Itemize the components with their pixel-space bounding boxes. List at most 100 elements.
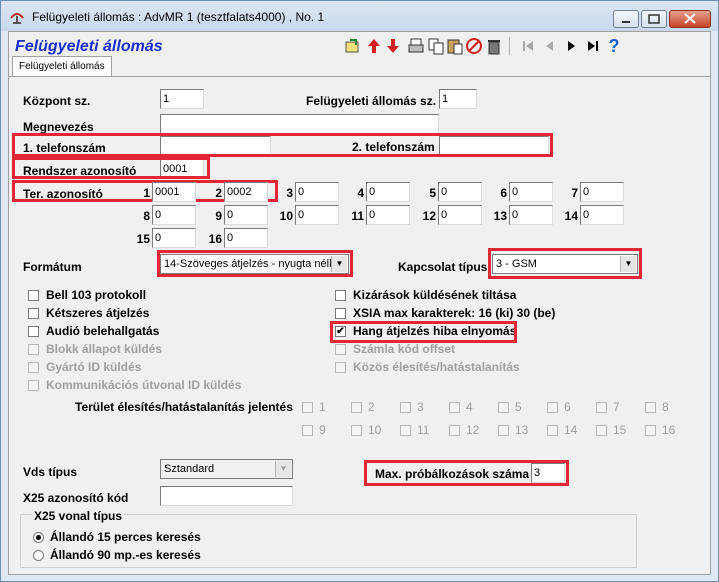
- import-icon[interactable]: [344, 37, 362, 55]
- move-down-icon[interactable]: [384, 37, 402, 55]
- terulet-number: 14: [564, 423, 578, 437]
- move-up-icon[interactable]: [365, 37, 383, 55]
- terulet-checkbox[interactable]: [302, 425, 313, 436]
- ter-azonosito-input[interactable]: 0: [152, 205, 196, 225]
- ter-azonosito-number: 6: [500, 186, 507, 200]
- max-probalkozasok-label: Max. próbálkozások száma: [375, 467, 530, 481]
- paste-icon[interactable]: [446, 37, 464, 55]
- checkbox[interactable]: [335, 362, 346, 373]
- felugyeleti-allomas-input[interactable]: 1: [439, 89, 477, 109]
- terulet-checkbox[interactable]: [351, 402, 362, 413]
- checkbox-label: Kizárások küldésének tiltása: [353, 288, 517, 302]
- ter-azonosito-input[interactable]: 0: [152, 228, 196, 248]
- vds-label: Vds típus: [23, 465, 78, 479]
- app-window: Felügyeleti állomás : AdvMR 1 (tesztfala…: [0, 0, 719, 582]
- ter-azonosito-input[interactable]: 0002: [224, 182, 268, 202]
- kozpont-input[interactable]: 1: [160, 89, 204, 109]
- maximize-icon: [648, 14, 660, 24]
- x25-input[interactable]: [160, 486, 293, 506]
- terulet-number: 13: [515, 423, 529, 437]
- vds-value: Sztandard: [164, 463, 215, 475]
- form-panel: Központ sz. 1 Felügyeleti állomás sz. 1 …: [9, 77, 710, 574]
- formatum-select[interactable]: 14-Szöveges átjelzés - nyugta nélki ▼: [160, 254, 349, 274]
- radio-button[interactable]: [33, 532, 44, 543]
- terulet-checkbox[interactable]: [645, 402, 656, 413]
- checkbox[interactable]: [28, 308, 39, 319]
- checkbox[interactable]: [335, 290, 346, 301]
- ter-azonosito-number: 10: [279, 209, 293, 223]
- terulet-checkbox[interactable]: [596, 425, 607, 436]
- max-probalkozasok-input[interactable]: 3: [531, 463, 565, 483]
- checkbox[interactable]: [335, 344, 346, 355]
- rendszer-azonosito-input[interactable]: 0001: [160, 159, 204, 179]
- ter-azonosito-number: 1: [143, 186, 150, 200]
- cancel-icon[interactable]: [465, 37, 483, 55]
- megnevezes-label: Megnevezés: [23, 120, 94, 134]
- print-icon[interactable]: [407, 37, 425, 55]
- ter-azonosito-input[interactable]: 0: [580, 205, 624, 225]
- tab-felugyeleti-allomas[interactable]: Felügyeleti állomás: [12, 56, 112, 77]
- ter-azonosito-input[interactable]: 0: [366, 182, 410, 202]
- ter-azonosito-number: 5: [429, 186, 436, 200]
- radio-button[interactable]: [33, 550, 44, 561]
- maximize-button[interactable]: [641, 10, 667, 28]
- previous-record-icon[interactable]: [540, 37, 558, 55]
- minimize-icon: [622, 21, 630, 23]
- ter-azonosito-input[interactable]: 0: [509, 182, 553, 202]
- ter-azonosito-input[interactable]: 0: [438, 182, 482, 202]
- first-record-icon[interactable]: [519, 37, 537, 55]
- terulet-checkbox[interactable]: [302, 402, 313, 413]
- tel2-input[interactable]: [439, 136, 549, 156]
- last-record-icon[interactable]: [584, 37, 602, 55]
- terulet-number: 11: [417, 423, 430, 437]
- ter-azonosito-number: 11: [351, 209, 364, 223]
- checkbox[interactable]: [28, 326, 39, 337]
- tel1-input[interactable]: [160, 136, 271, 156]
- ter-azonosito-input[interactable]: 0: [366, 205, 410, 225]
- ter-azonosito-input[interactable]: 0: [224, 228, 268, 248]
- terulet-checkbox[interactable]: [498, 425, 509, 436]
- kapcsolat-select[interactable]: 3 - GSM ▼: [492, 254, 638, 274]
- terulet-checkbox[interactable]: [449, 425, 460, 436]
- minimize-button[interactable]: [613, 10, 639, 28]
- terulet-checkbox[interactable]: [400, 425, 411, 436]
- radio-label: Állandó 15 perces keresés: [50, 530, 201, 544]
- checkbox-label: Számla kód offset: [353, 342, 456, 356]
- ter-azonosito-input[interactable]: 0: [295, 205, 339, 225]
- terulet-checkbox[interactable]: [498, 402, 509, 413]
- checkbox[interactable]: [28, 380, 39, 391]
- checkbox[interactable]: [28, 290, 39, 301]
- kozpont-label: Központ sz.: [23, 94, 91, 108]
- tel1-label: 1. telefonszám: [23, 141, 106, 155]
- terulet-checkbox[interactable]: [351, 425, 362, 436]
- checkbox[interactable]: [28, 344, 39, 355]
- terulet-checkbox[interactable]: [449, 402, 460, 413]
- ter-azonosito-input[interactable]: 0: [438, 205, 482, 225]
- next-record-icon[interactable]: [563, 37, 581, 55]
- megnevezes-input[interactable]: [160, 114, 439, 134]
- copy-icon[interactable]: [427, 37, 445, 55]
- page-title: Felügyeleti állomás: [15, 38, 163, 55]
- close-button[interactable]: [669, 10, 711, 28]
- terulet-label: Terület élesítés/hatástalanítás jelentés: [75, 400, 293, 414]
- ter-azonosito-number: 9: [215, 209, 222, 223]
- terulet-checkbox[interactable]: [596, 402, 607, 413]
- checkbox[interactable]: [335, 308, 346, 319]
- checkbox-checked[interactable]: ✔: [335, 326, 346, 337]
- terulet-checkbox[interactable]: [547, 402, 558, 413]
- delete-icon[interactable]: [485, 37, 503, 55]
- ter-azonosito-input[interactable]: 0: [580, 182, 624, 202]
- ter-azonosito-number: 8: [143, 209, 150, 223]
- ter-azonosito-number: 7: [571, 186, 578, 200]
- terulet-number: 5: [515, 400, 522, 414]
- terulet-checkbox[interactable]: [547, 425, 558, 436]
- help-icon[interactable]: ?: [605, 37, 623, 55]
- ter-azonosito-input[interactable]: 0: [509, 205, 553, 225]
- checkbox[interactable]: [28, 362, 39, 373]
- ter-azonosito-input[interactable]: 0: [295, 182, 339, 202]
- ter-azonosito-input[interactable]: 0: [224, 205, 268, 225]
- vds-select[interactable]: Sztandard ▼: [160, 459, 293, 479]
- terulet-checkbox[interactable]: [400, 402, 411, 413]
- terulet-checkbox[interactable]: [645, 425, 656, 436]
- ter-azonosito-input[interactable]: 0001: [152, 182, 196, 202]
